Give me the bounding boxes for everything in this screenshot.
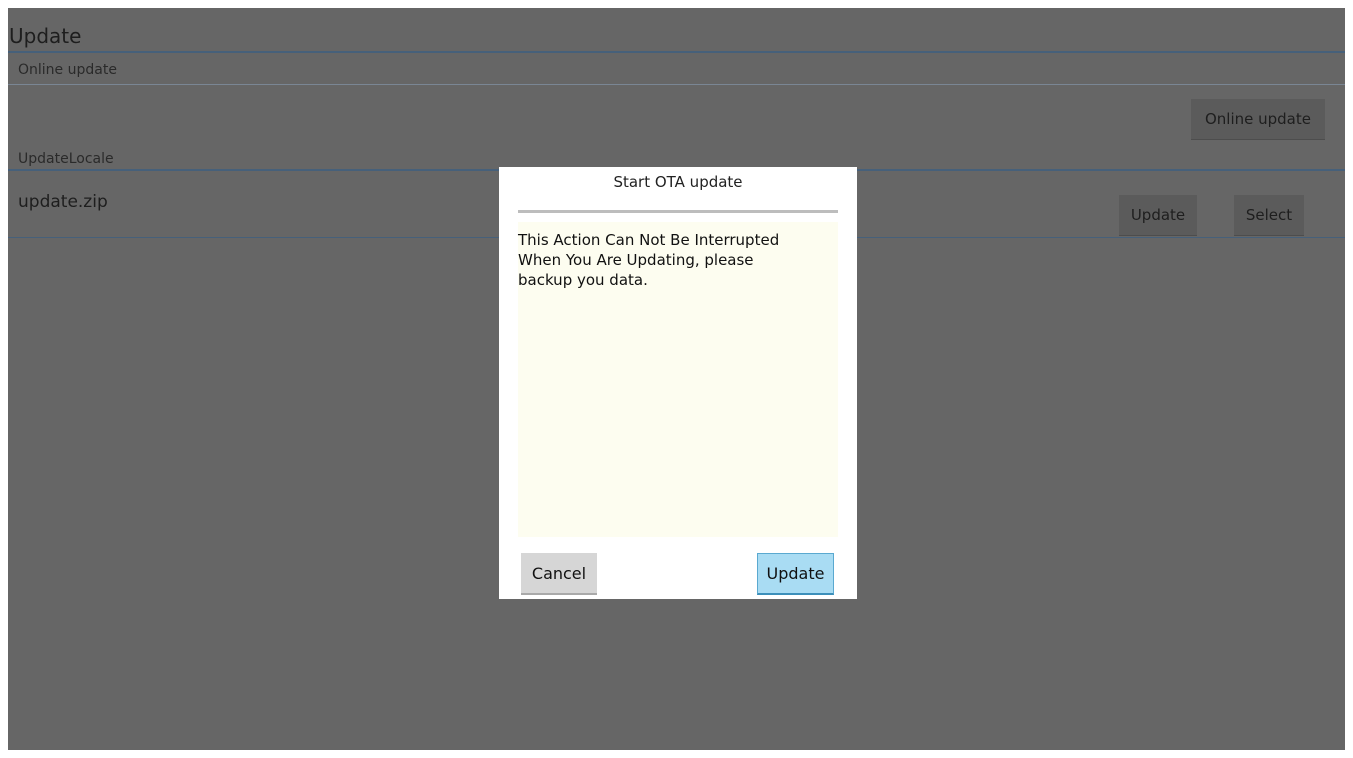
online-section-divider	[8, 84, 1345, 85]
dialog-title-divider	[518, 210, 838, 213]
dialog-confirm-update-button[interactable]: Update	[757, 553, 834, 595]
local-update-section-label: UpdateLocale	[18, 151, 114, 167]
online-update-section-label: Online update	[18, 62, 117, 78]
local-update-button[interactable]: Update	[1119, 195, 1197, 236]
dialog-message-area: This Action Can Not Be Interrupted When …	[518, 222, 838, 537]
update-file-name: update.zip	[18, 192, 108, 212]
title-divider	[8, 51, 1345, 53]
page-title: Update	[9, 24, 82, 48]
online-update-button[interactable]: Online update	[1191, 99, 1325, 140]
dialog-message: This Action Can Not Be Interrupted When …	[518, 231, 780, 289]
select-file-button[interactable]: Select	[1234, 195, 1304, 236]
ota-update-dialog: Start OTA update This Action Can Not Be …	[499, 167, 857, 599]
dialog-title: Start OTA update	[613, 173, 743, 191]
dialog-cancel-button[interactable]: Cancel	[521, 553, 597, 595]
